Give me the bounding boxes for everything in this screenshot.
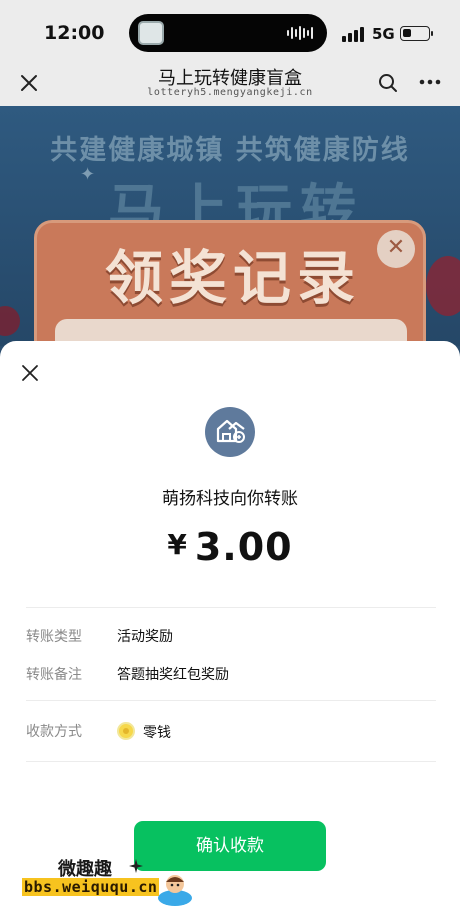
prize-record-card: 领奖记录 <box>34 220 426 346</box>
card-close-button[interactable]: ✕ <box>377 230 415 268</box>
currency-symbol: ¥ <box>167 528 187 561</box>
battery-icon <box>400 26 433 41</box>
divider <box>26 761 436 762</box>
sparkle-icon: ✦ <box>80 164 96 185</box>
merchant-store-icon <box>216 419 245 443</box>
transfer-note-value: 答题抽奖红包奖励 <box>117 667 229 683</box>
merchant-avatar <box>205 407 255 457</box>
transfer-type-label: 转账类型 <box>26 629 82 645</box>
amount-value: 3.00 <box>194 525 293 569</box>
network-type: 5G <box>372 25 395 43</box>
transfer-type-value: 活动奖励 <box>117 629 173 645</box>
flower-decoration <box>426 256 460 316</box>
signal-icon <box>342 26 364 42</box>
browser-nav-bar: 马上玩转健康盲盒 lotteryh5.mengyangkeji.cn <box>0 62 460 106</box>
payer-text: 萌扬科技向你转账 <box>162 489 298 509</box>
receive-method-label: 收款方式 <box>26 724 82 740</box>
close-icon[interactable] <box>20 363 40 383</box>
status-time: 12:00 <box>44 22 105 44</box>
more-icon[interactable] <box>418 74 442 90</box>
watermark-url: bbs.weiququ.cn <box>22 878 160 896</box>
divider <box>26 700 436 701</box>
battery-level <box>403 29 411 37</box>
prize-record-title: 领奖记录 <box>104 244 361 312</box>
mascot-icon <box>158 875 192 906</box>
divider <box>26 607 436 608</box>
transfer-amount: ¥3.00 <box>0 525 460 569</box>
coin-icon <box>117 722 135 740</box>
game-slogan: 共建健康城镇 共筑健康防线 <box>50 135 410 166</box>
receive-method-value[interactable]: 零钱 <box>143 722 171 742</box>
audio-wave-icon <box>287 25 315 41</box>
sparkle-icon <box>129 859 143 873</box>
transfer-note-label: 转账备注 <box>26 667 82 683</box>
status-bar: 12:00 5G <box>0 0 460 62</box>
transfer-sheet: 萌扬科技向你转账 ¥3.00 转账类型 活动奖励 转账备注 答题抽奖红包奖励 收… <box>0 341 460 920</box>
confirm-receive-button[interactable]: 确认收款 <box>134 821 326 871</box>
now-playing-thumbnail <box>138 21 164 45</box>
game-page-background: 共建健康城镇 共筑健康防线 ✦ 马上玩转 领奖记录 ✕ <box>0 106 460 346</box>
search-icon[interactable] <box>377 72 399 94</box>
flower-decoration <box>0 306 20 336</box>
dynamic-island <box>129 14 327 52</box>
